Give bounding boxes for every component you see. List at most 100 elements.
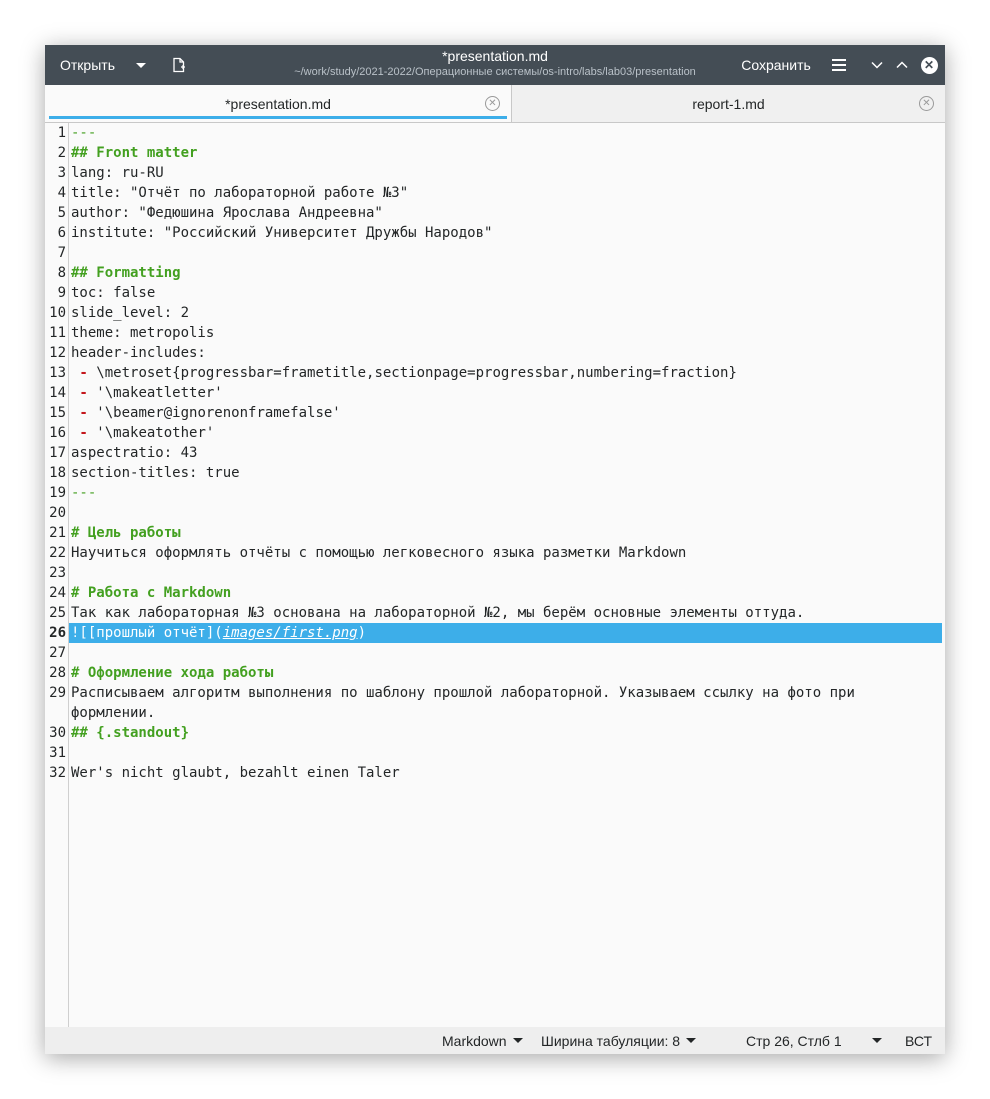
minimize-button[interactable]	[867, 45, 887, 85]
maximize-button[interactable]	[892, 45, 912, 85]
line-text: institute: "Российский Университет Дружб…	[71, 225, 493, 241]
editor-line[interactable]: 12 header-includes:	[45, 343, 945, 363]
line-number: 12	[49, 345, 66, 361]
tab-label: report-1.md	[692, 95, 765, 112]
current-line[interactable]: 26 ![[прошлый отчёт](images/first.png)	[45, 623, 945, 643]
insert-mode[interactable]: ВСТ	[905, 1027, 932, 1054]
close-button[interactable]: ✕	[919, 45, 939, 85]
image-link[interactable]: images/first.png	[223, 625, 358, 641]
tab-width-selector[interactable]: Ширина табуляции: 8	[541, 1027, 697, 1054]
editor-line[interactable]: 11 theme: metropolis	[45, 323, 945, 343]
editor-line[interactable]: 31	[45, 743, 945, 763]
line-text: title: "Отчёт по лабораторной работе №3"	[71, 185, 409, 201]
new-document-button[interactable]	[167, 45, 191, 85]
line-number: 10	[49, 305, 66, 321]
line-number: 32	[49, 765, 66, 781]
line-text: - '\beamer@ignorenonframefalse'	[71, 403, 341, 423]
editor-line[interactable]: 25 Так как лабораторная №3 основана на ла…	[45, 603, 945, 623]
hamburger-menu-icon	[832, 59, 846, 71]
line-number: 22	[49, 545, 66, 561]
line-text: Wer's nicht glaubt, bezahlt einen Taler	[71, 765, 400, 781]
editor-line[interactable]: 19 ---	[45, 483, 945, 503]
list-item-text: '\makeatletter'	[96, 385, 223, 401]
line-number: 29	[49, 685, 66, 701]
maximize-icon	[896, 61, 908, 69]
save-button[interactable]: Сохранить	[733, 45, 819, 85]
tab-report[interactable]: report-1.md ✕	[512, 85, 945, 122]
editor-line[interactable]: 1 ---	[45, 123, 945, 143]
cursor-position[interactable]: Стр 26, Стлб 1	[746, 1027, 882, 1054]
line-text-wrapped: формлении.	[71, 705, 156, 721]
open-menu-button[interactable]	[130, 45, 152, 85]
new-document-icon	[173, 57, 185, 73]
tab-label: *presentation.md	[225, 95, 331, 112]
line-number: 18	[49, 465, 66, 481]
editor-line[interactable]: 9 toc: false	[45, 283, 945, 303]
line-text: - '\makeatletter'	[71, 383, 223, 403]
line-text: theme: metropolis	[71, 325, 215, 341]
editor-line[interactable]: 15 - '\beamer@ignorenonframefalse'	[45, 403, 945, 423]
line-text: - \metroset{progressbar=frametitle,secti…	[71, 363, 736, 383]
main-menu-button[interactable]	[827, 45, 851, 85]
tab-width-label: Ширина табуляции: 8	[541, 1032, 681, 1049]
line-number: 2	[57, 145, 66, 161]
open-button[interactable]: Открыть	[45, 45, 130, 85]
line-text: toc: false	[71, 285, 156, 301]
line-number: 21	[49, 525, 66, 541]
editor-line[interactable]: 4 title: "Отчёт по лабораторной работе №3…	[45, 183, 945, 203]
line-text: lang: ru-RU	[71, 165, 164, 181]
line-text: aspectratio: 43	[71, 445, 198, 461]
editor-line-wrap[interactable]: формлении.	[45, 703, 945, 723]
line-number: 14	[49, 385, 66, 401]
chevron-down-icon	[686, 1038, 697, 1043]
editor-line[interactable]: 20	[45, 503, 945, 523]
editor-line[interactable]: 8 ## Formatting	[45, 263, 945, 283]
editor-line[interactable]: 27	[45, 643, 945, 663]
line-text: ---	[71, 485, 97, 501]
tab-presentation[interactable]: *presentation.md ✕	[45, 85, 511, 122]
editor-line[interactable]: 18 section-titles: true	[45, 463, 945, 483]
editor-line[interactable]: 23	[45, 563, 945, 583]
minimize-icon	[871, 61, 883, 69]
line-number: 7	[57, 245, 66, 261]
tab-bar: *presentation.md ✕ report-1.md ✕	[45, 85, 945, 123]
image-markup-suffix: )	[357, 625, 367, 641]
editor-line[interactable]: 28 # Оформление хода работы	[45, 663, 945, 683]
editor-line[interactable]: 21 # Цель работы	[45, 523, 945, 543]
line-text: ![[прошлый отчёт](images/first.png)	[71, 623, 366, 643]
editor-line[interactable]: 7	[45, 243, 945, 263]
editor-window: Открыть *presentation.md ~/work/study/20…	[45, 45, 945, 1054]
active-tab-indicator	[49, 116, 507, 119]
window-title: *presentation.md ~/work/study/2021-2022/…	[265, 48, 725, 79]
list-item-text: '\beamer@ignorenonframefalse'	[96, 405, 341, 421]
line-number: 6	[57, 225, 66, 241]
document-path: ~/work/study/2021-2022/Операционные сист…	[294, 66, 696, 78]
language-label: Markdown	[442, 1032, 507, 1049]
line-number: 20	[49, 505, 66, 521]
language-selector[interactable]: Markdown	[442, 1027, 523, 1054]
editor-line[interactable]: 32 Wer's nicht glaubt, bezahlt einen Tale…	[45, 763, 945, 783]
editor-line[interactable]: 10 slide_level: 2	[45, 303, 945, 323]
line-number: 8	[57, 265, 66, 281]
editor-line[interactable]: 5 author: "Федюшина Ярослава Андреевна"	[45, 203, 945, 223]
editor-line[interactable]: 24 # Работа с Markdown	[45, 583, 945, 603]
line-number: 19	[49, 485, 66, 501]
line-text: # Цель работы	[71, 525, 181, 541]
editor-line[interactable]: 16 - '\makeatother'	[45, 423, 945, 443]
line-number: 24	[49, 585, 66, 601]
editor-line[interactable]: 2 ## Front matter	[45, 143, 945, 163]
editor-line[interactable]: 13 - \metroset{progressbar=frametitle,se…	[45, 363, 945, 383]
line-number: 9	[57, 285, 66, 301]
editor-line[interactable]: 3 lang: ru-RU	[45, 163, 945, 183]
editor-line[interactable]: 22 Научиться оформлять отчёты с помощью л…	[45, 543, 945, 563]
line-number: 13	[49, 365, 66, 381]
editor-line[interactable]: 30 ## {.standout}	[45, 723, 945, 743]
editor-line[interactable]: 17 aspectratio: 43	[45, 443, 945, 463]
editor-line[interactable]: 14 - '\makeatletter'	[45, 383, 945, 403]
line-text: ## Formatting	[71, 265, 181, 281]
editor-line[interactable]: 6 institute: "Российский Университет Друж…	[45, 223, 945, 243]
tab-close-icon[interactable]: ✕	[485, 96, 500, 111]
tab-close-icon[interactable]: ✕	[919, 96, 934, 111]
text-editor[interactable]: 1 --- 2 ## Front matter 3 lang: ru-RU 4 titl…	[45, 123, 945, 1027]
editor-line[interactable]: 29 Расписываем алгоритм выполнения по шаб…	[45, 683, 945, 703]
